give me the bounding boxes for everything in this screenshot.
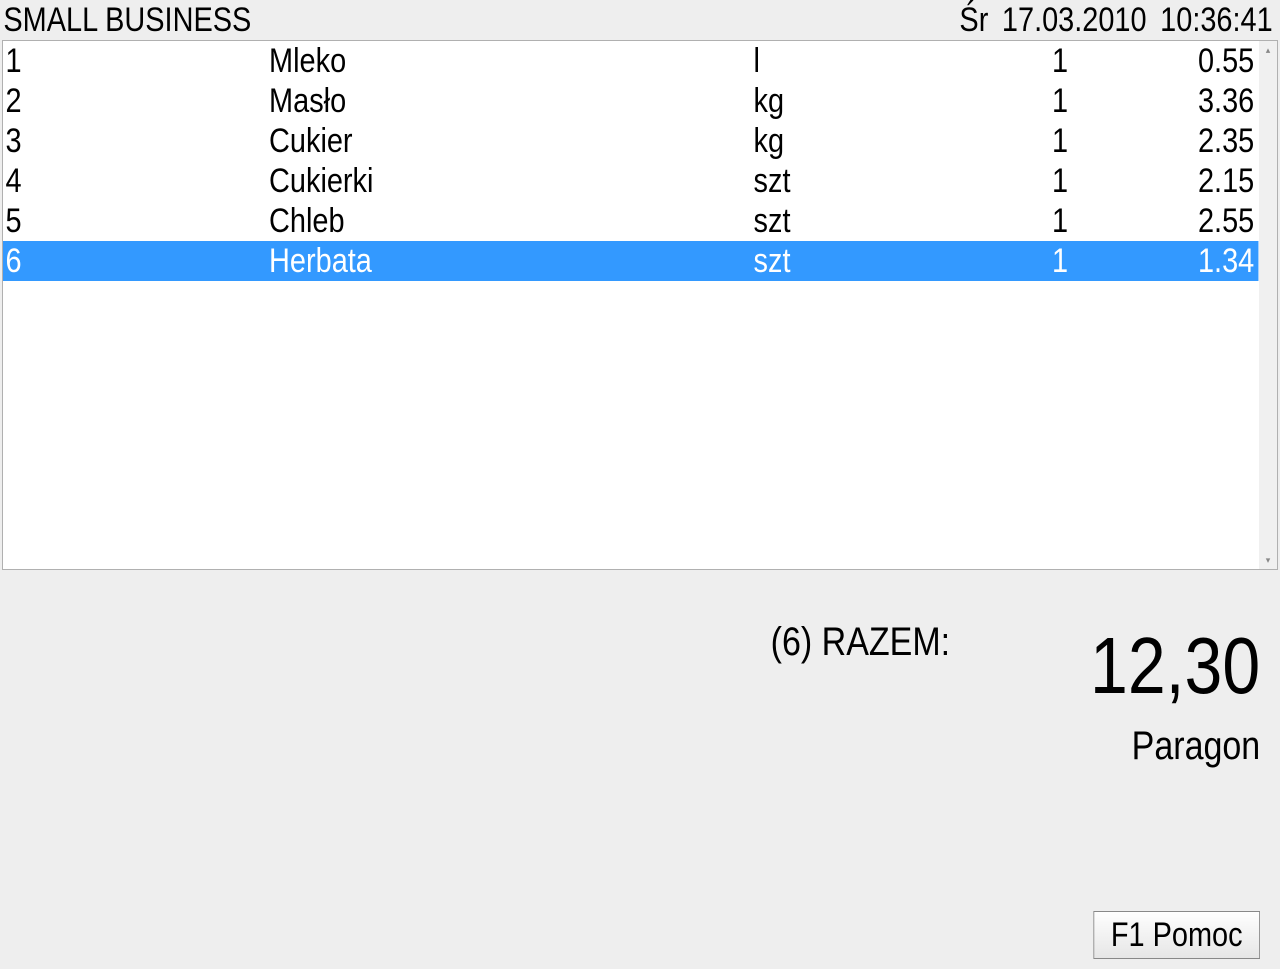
cell-unit: l bbox=[754, 41, 941, 81]
app-header: SMALL BUSINESS Śr 17.03.2010 10:36:41 bbox=[0, 0, 1279, 40]
table-row[interactable]: 6Herbataszt11.34 bbox=[3, 241, 1258, 281]
cell-name: Mleko bbox=[269, 41, 754, 81]
razem-text: RAZEM: bbox=[822, 620, 950, 664]
total-value: 12,30 bbox=[1090, 626, 1260, 706]
cell-price: 2.35 bbox=[1068, 121, 1254, 161]
cell-num: 3 bbox=[6, 121, 270, 161]
cell-price: 0.55 bbox=[1068, 41, 1254, 81]
cell-name: Cukierki bbox=[269, 161, 754, 201]
item-count: (6) bbox=[771, 620, 813, 664]
cell-price: 1.34 bbox=[1068, 241, 1254, 281]
cell-unit: kg bbox=[754, 81, 941, 121]
cell-qty: 1 bbox=[941, 81, 1069, 121]
cell-num: 1 bbox=[6, 41, 270, 81]
cell-qty: 1 bbox=[941, 241, 1069, 281]
cell-unit: szt bbox=[754, 241, 941, 281]
table-row[interactable]: 3Cukierkg12.35 bbox=[3, 121, 1258, 161]
cell-qty: 1 bbox=[941, 41, 1069, 81]
table-row[interactable]: 1Mlekol10.55 bbox=[3, 41, 1258, 81]
cell-name: Herbata bbox=[269, 241, 754, 281]
cell-qty: 1 bbox=[941, 201, 1069, 241]
cell-unit: szt bbox=[754, 201, 941, 241]
cell-num: 6 bbox=[6, 241, 270, 281]
cell-num: 2 bbox=[6, 81, 270, 121]
help-button[interactable]: F1 Pomoc bbox=[1093, 911, 1260, 959]
cell-name: Masło bbox=[269, 81, 754, 121]
cell-price: 2.15 bbox=[1068, 161, 1254, 201]
scrollbar[interactable]: ▴ ▾ bbox=[1259, 41, 1277, 569]
header-time: 10:36:41 bbox=[1160, 0, 1273, 40]
item-list-panel: 1Mlekol10.552Masłokg13.363Cukierkg12.354… bbox=[2, 40, 1278, 570]
table-row[interactable]: 5Chlebszt12.55 bbox=[3, 201, 1258, 241]
header-day: Śr bbox=[959, 0, 988, 40]
document-type: Paragon bbox=[1090, 724, 1260, 769]
header-datetime: Śr 17.03.2010 10:36:41 bbox=[959, 0, 1272, 40]
header-date: 17.03.2010 bbox=[1002, 0, 1147, 40]
scroll-up-icon[interactable]: ▴ bbox=[1259, 41, 1277, 59]
cell-unit: szt bbox=[754, 161, 941, 201]
cell-unit: kg bbox=[754, 121, 941, 161]
cell-qty: 1 bbox=[941, 161, 1069, 201]
cell-price: 2.55 bbox=[1068, 201, 1254, 241]
item-list[interactable]: 1Mlekol10.552Masłokg13.363Cukierkg12.354… bbox=[3, 41, 1259, 569]
cell-price: 3.36 bbox=[1068, 81, 1254, 121]
summary-block: (6) RAZEM: 12,30 Paragon bbox=[1060, 620, 1260, 769]
table-row[interactable]: 4Cukierkiszt12.15 bbox=[3, 161, 1258, 201]
cell-qty: 1 bbox=[941, 121, 1069, 161]
scroll-down-icon[interactable]: ▾ bbox=[1259, 551, 1277, 569]
table-row[interactable]: 2Masłokg13.36 bbox=[3, 81, 1258, 121]
total-label: (6) RAZEM: bbox=[771, 620, 950, 665]
cell-num: 5 bbox=[6, 201, 270, 241]
cell-name: Cukier bbox=[269, 121, 754, 161]
app-title: SMALL BUSINESS bbox=[3, 0, 251, 40]
cell-num: 4 bbox=[6, 161, 270, 201]
cell-name: Chleb bbox=[269, 201, 754, 241]
